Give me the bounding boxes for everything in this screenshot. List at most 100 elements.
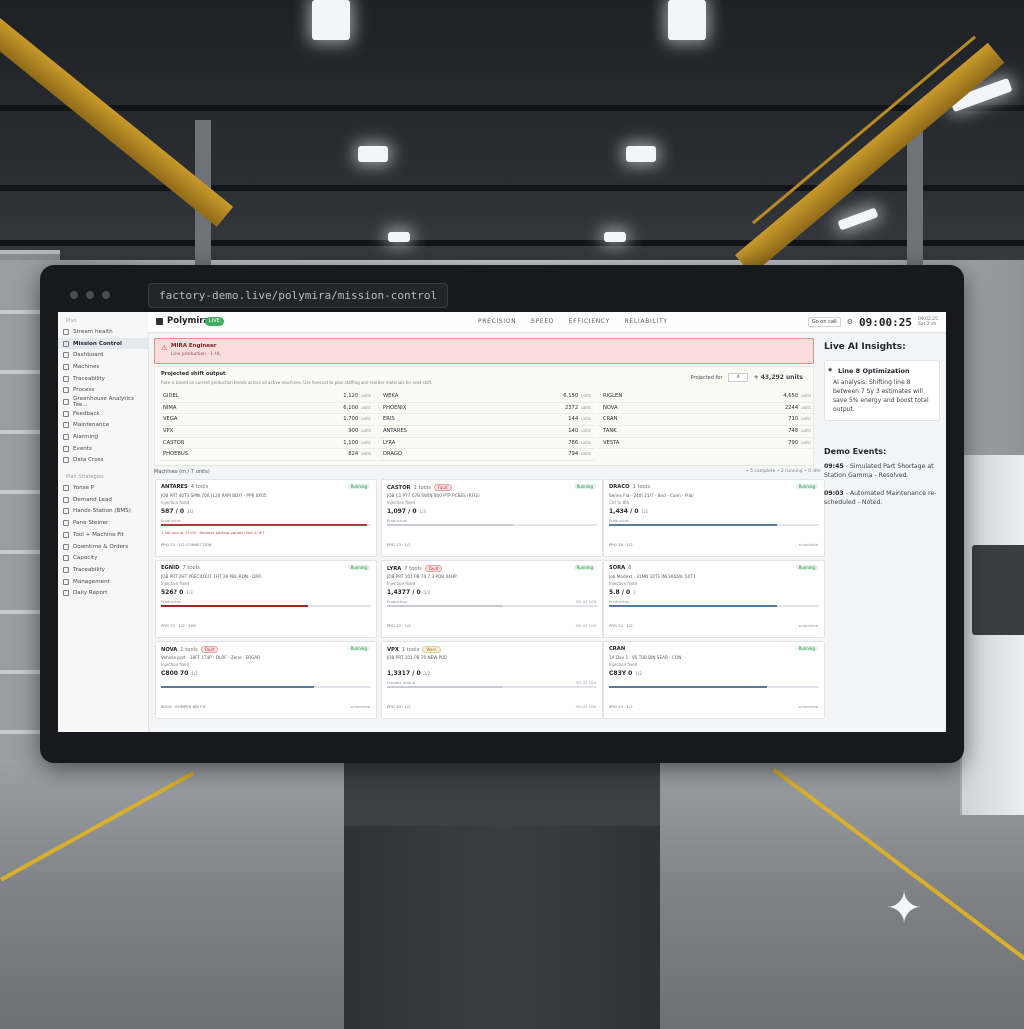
pillar-tagline: PRECISION SPEED EFFICIENCY RELIABILITY [478, 319, 680, 325]
value-number: 6,100 [343, 404, 359, 411]
machine-card[interactable]: CASTOR 1 tools Fault Running JOB C1 P77 07B … [381, 479, 603, 557]
sidebar-item[interactable]: Traceability [58, 564, 148, 576]
machine-count: 5.8 / 02 [609, 589, 636, 596]
machine-name: ANTARES [383, 428, 407, 435]
machine-name: NIMA [163, 404, 177, 411]
nav-item-icon [63, 410, 69, 417]
ceiling-truss [0, 185, 1024, 191]
sidebar-item[interactable]: Process [58, 384, 148, 396]
status-badge: Running [347, 484, 370, 489]
monitor: factory-demo.live/polymira/mission-contr… [40, 265, 964, 763]
projected-value: 790 units [788, 438, 811, 449]
projected-value: 1,100 units [343, 438, 371, 449]
sidebar-item[interactable]: Capacity [58, 552, 148, 564]
projected-row: PHOENIX 2372 units [379, 403, 595, 415]
count-unit: 1/2 [423, 671, 431, 676]
projected-row: PHOEBUS 824 units [159, 449, 375, 462]
job-subtext: Injection fixed [387, 581, 416, 586]
on-call-button[interactable]: Go on call [807, 317, 841, 327]
projected-value: 2244 units [785, 403, 811, 414]
machine-card[interactable]: EGNID 7 tools Running JOB PRT 2HT PRECILOUT… [155, 560, 377, 638]
job-subtext: Injection fixed [387, 500, 416, 505]
nav-item-icon [63, 387, 69, 394]
gear-icon[interactable]: ⚙ [847, 318, 853, 326]
job-subtext: Injection fixed [161, 581, 190, 586]
sidebar-item[interactable]: Daily Report [58, 587, 148, 599]
machine-card[interactable]: VPX 1 tools Warn JOB PRT 101 PB 70 NEW P0D 1… [381, 641, 603, 719]
projected-value: 6,150 units [563, 391, 591, 402]
alert-banner[interactable]: ⚠ MIRA Engineer Line production · 1 HL [154, 338, 814, 364]
projected-value: 710 units [788, 414, 811, 425]
machine-name: TANK [603, 428, 617, 435]
machine-card[interactable]: LYRA 7 tools Fault Running JOB PRT 101 PB 70… [381, 560, 603, 638]
tool-count: 7 tools [404, 566, 422, 572]
sidebar-item[interactable]: Feedback [58, 408, 148, 420]
projected-value: 6,100 units [343, 403, 371, 414]
machine-name: CASTOR [163, 439, 185, 446]
machine-name: LYRA [383, 439, 396, 446]
sidebar-group: Yonse P Demand Lead Hands-Station (BMS) Pan… [58, 482, 148, 599]
progress-bar [609, 524, 819, 526]
status-badge: Running [573, 484, 596, 489]
value-number: 710 [788, 416, 799, 423]
machine-card[interactable]: SORA 6 Running Job Modext · 31MN 10T1 INCHO… [603, 560, 825, 638]
count-value: C800 70 [161, 670, 189, 677]
machine-card[interactable]: ANTARES 4 tools Running JOB PRT 40T3 SMN 70… [155, 479, 377, 557]
sidebar-item[interactable]: Yonse P [58, 482, 148, 494]
machine-name: NOVA [161, 647, 178, 653]
address-bar[interactable]: factory-demo.live/polymira/mission-contr… [148, 283, 449, 308]
sidebar-item[interactable]: Machines [58, 361, 148, 373]
forecast-input[interactable]: 4 [728, 373, 748, 382]
progress-bar [609, 605, 819, 607]
sidebar-item[interactable]: Hands-Station (BMS) [58, 506, 148, 518]
machine-name: EGNID [161, 565, 180, 571]
sidebar-item[interactable]: Stream health [58, 326, 148, 338]
event-item: 09:03 - Automated Maintenance re-schedul… [824, 489, 940, 507]
sidebar-item[interactable]: Data Cross [58, 455, 148, 467]
sidebar-item[interactable]: Dashboard [58, 349, 148, 361]
job-text: Job Modext · 31MN 10T1 INCHODAL 50T1 [609, 574, 696, 579]
machine-card[interactable]: DRACO 1 tools Running Series Fla · 24th 21/… [603, 479, 825, 557]
projected-row: DRAGO 794 units [379, 449, 595, 462]
sidebar-item[interactable]: Pane Steiner [58, 517, 148, 529]
insight-card[interactable]: ◉ Line 8 Optimization AI analysis: Shift… [824, 360, 940, 421]
value-unit: units [361, 416, 371, 422]
machine-count: 1,4377 / 0 1/2 [387, 589, 430, 596]
projected-column: WEKA 6,150 units PHOENIX 2372 units ERIS 144 uni… [379, 391, 595, 462]
ceiling-truss [0, 105, 1024, 111]
count-unit: 1/2 [423, 590, 431, 595]
window-dot-icon[interactable] [102, 291, 110, 299]
machine-card[interactable]: NOVA 1 tools Fault Running Vehicle port · 18… [155, 641, 377, 719]
value-unit: units [801, 404, 811, 410]
window-dot-icon[interactable] [86, 291, 94, 299]
status-badge: Running [347, 565, 370, 570]
sidebar-item[interactable]: Downtime & Orders [58, 541, 148, 553]
sidebar-item[interactable]: Management [58, 576, 148, 588]
sidebar-item[interactable]: Tool + Machine Fit [58, 529, 148, 541]
projected-value: 794 units [568, 449, 591, 460]
nav-item-icon [63, 485, 69, 492]
count-unit: 1/2 [635, 671, 642, 676]
projected-value: 786 units [568, 438, 591, 449]
projected-row: ERIS 144 units [379, 414, 595, 427]
value-unit: units [801, 439, 811, 445]
projected-row: RIGLEN 4,650 units [599, 391, 815, 403]
machine-footer: PRG 20 · 1/2 [387, 704, 411, 709]
value-number: 144 [568, 416, 579, 423]
count-value: C83Y 0 [609, 670, 633, 677]
sidebar-item[interactable]: Alarming [58, 431, 148, 443]
progress-bar [609, 686, 819, 688]
sidebar-item[interactable]: Traceability [58, 373, 148, 385]
job-subtext: Injection fixed [609, 662, 638, 667]
sidebar-item[interactable]: Demand Lead [58, 494, 148, 506]
sidebar-item[interactable]: Mission Control [58, 337, 148, 350]
sidebar-item[interactable]: Maintenance [58, 420, 148, 432]
window-dot-icon[interactable] [70, 291, 78, 299]
sidebar-item[interactable]: Events [58, 443, 148, 455]
sidebar-item[interactable]: Greenhouse Analytics Tee... [58, 396, 148, 408]
count-unit: 1/3 [419, 509, 426, 514]
nav-item-icon [63, 578, 69, 585]
value-number: 900 [348, 428, 359, 435]
machine-card[interactable]: CRAN Running 1A Dev 1 · 95 T0B BIN SEAR - … [603, 641, 825, 719]
job-text: Series Fla · 24th 21/7 - 8nd - Conn - Pi… [609, 493, 695, 498]
